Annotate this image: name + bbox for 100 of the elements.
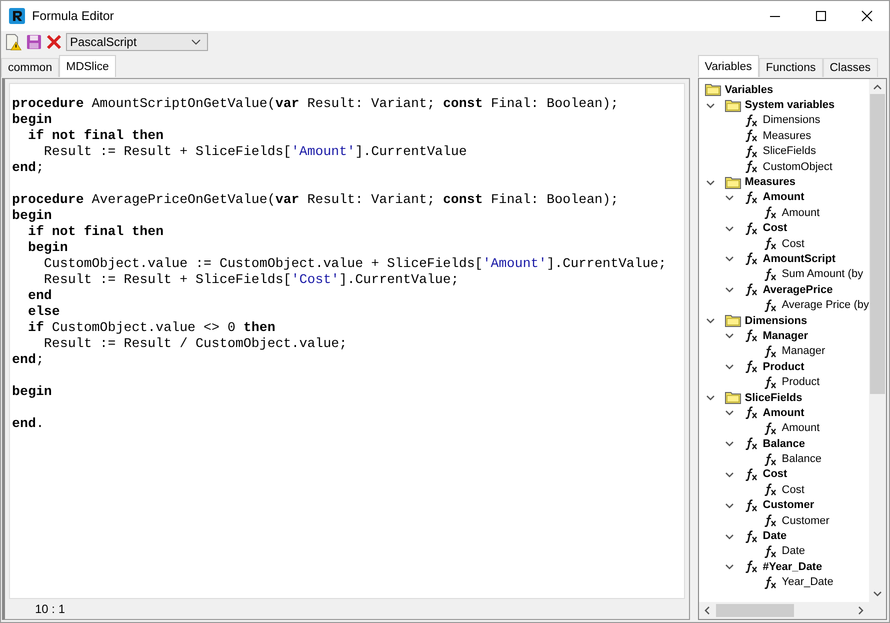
expander-chevron-icon[interactable] [724,331,734,340]
scroll-right-icon[interactable] [858,606,864,615]
function-icon [744,498,758,512]
expander-chevron-icon[interactable] [724,532,734,541]
close-icon[interactable] [861,10,873,22]
tree-item[interactable]: Sum Amount (by [782,268,864,280]
function-icon [762,344,777,358]
code-line: Result := Result + SliceFields['Cost'].CurrentValue; [42,272,460,288]
function-icon [762,483,777,496]
code-editor[interactable] [9,83,685,599]
tree-item[interactable]: Balance [782,453,822,466]
expander-chevron-icon[interactable] [724,500,734,510]
function-icon [744,437,758,450]
tree-item[interactable]: Average Price (by [782,299,869,312]
scroll-left-icon[interactable] [704,606,710,615]
code-line: Result := Result / CustomObject.value; [42,336,348,352]
tree-item[interactable]: Product [782,376,820,388]
function-icon [762,237,777,250]
expander-chevron-icon[interactable] [724,224,734,233]
expander-chevron-icon[interactable] [724,192,734,202]
tree-item[interactable]: Amount [762,191,804,204]
app-logo-icon [9,8,25,24]
tree-item[interactable]: Measures [744,176,796,188]
tree-item[interactable]: Amount [762,406,804,419]
scroll-down-icon[interactable] [873,591,882,597]
tree-item[interactable]: Cost [782,484,804,496]
function-icon [744,283,758,296]
function-icon [744,129,758,142]
expander-chevron-icon[interactable] [706,178,715,187]
tree-item[interactable]: System variables [744,99,835,112]
expander-chevron-icon[interactable] [706,100,715,110]
tree-item[interactable]: Measures [762,130,812,142]
tree-item[interactable]: Variables [724,84,774,96]
panel-tab[interactable]: Functions [758,58,823,77]
tree-item[interactable]: SliceFields [762,145,816,158]
tree-item[interactable]: Cost [782,238,804,250]
cursor-position: 10 : 1 [35,602,66,616]
tree-item[interactable]: Customer [762,499,814,512]
code-line: Result := Result + SliceFields['Amount'].CurrentValue [42,144,468,160]
tree-item[interactable]: Product [762,360,804,373]
scroll-up-icon[interactable] [873,84,882,90]
expander-chevron-icon[interactable] [706,393,715,402]
tree-item[interactable]: Customer [782,514,830,527]
expander-chevron-icon[interactable] [724,362,734,372]
folder-icon [724,391,741,404]
horizontal-scrollbar[interactable] [698,602,886,619]
code-line: begin [12,208,53,224]
expander-chevron-icon[interactable] [724,285,734,294]
tree-item[interactable]: SliceFields [744,392,802,404]
language-dropdown[interactable]: PascalScript [66,33,208,51]
function-icon [744,530,758,543]
maximize-icon[interactable] [815,10,827,22]
expander-chevron-icon[interactable] [724,254,734,264]
tree-item[interactable]: Cost [762,222,788,234]
dropdown-caret-icon [191,39,201,45]
tree-item[interactable]: Manager [782,345,826,358]
editor-tab[interactable]: common [1,58,60,77]
function-icon [762,298,777,312]
tree-item[interactable]: Date [762,530,787,542]
code-line: CustomObject.value := CustomObject.value + SliceFields['Amount'].CurrentValue; [42,256,668,272]
expander-chevron-icon[interactable] [724,408,734,418]
tree-item[interactable]: Dimensions [744,314,808,327]
expander-chevron-icon[interactable] [724,562,734,572]
panel-tab[interactable]: Variables [698,55,759,77]
folder-icon [724,314,741,328]
tree-item[interactable]: Amount [782,206,820,219]
tree-item[interactable]: Balance [762,438,805,450]
tree-item[interactable]: Cost [762,468,788,480]
vertical-scrollbar[interactable] [869,79,886,602]
delete-x-icon[interactable] [46,34,62,50]
function-icon [744,160,758,174]
tree-item[interactable]: AveragePrice [762,284,833,296]
tree-item[interactable]: Manager [762,330,808,342]
code-line: begin [12,384,53,400]
function-icon [744,468,758,481]
folder-icon [704,83,721,96]
code-line: end; [12,352,45,368]
function-icon [762,452,777,466]
code-line: if not final then [26,224,165,240]
tree-item[interactable]: Amount [782,422,820,434]
expander-chevron-icon[interactable] [724,470,734,479]
function-icon [744,222,758,235]
function-icon [744,114,758,127]
function-icon [744,144,758,158]
expander-chevron-icon[interactable] [724,439,734,448]
panel-tab[interactable]: Classes [822,58,878,77]
code-line: end. [12,416,45,432]
tree-item[interactable]: CustomObject [762,160,832,173]
code-line: begin [26,240,69,256]
editor-tab[interactable]: MDSlice [59,55,116,77]
folder-icon [724,98,741,112]
tree-item[interactable]: #Year_Date [762,560,822,573]
tree-item[interactable]: Date [782,545,806,558]
function-icon [744,560,758,574]
tree-item[interactable]: AmountScript [762,252,836,265]
new-document-warning-icon[interactable] [4,33,22,51]
tree-item[interactable]: Year_Date [782,576,834,588]
tree-item[interactable]: Dimensions [762,114,820,126]
expander-chevron-icon[interactable] [706,316,715,326]
function-icon [744,360,758,374]
